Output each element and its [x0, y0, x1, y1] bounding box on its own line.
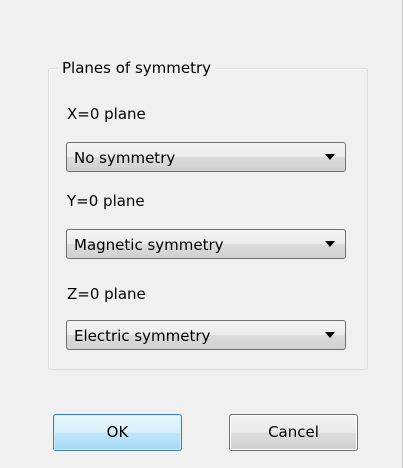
ok-button[interactable]: OK: [53, 414, 182, 451]
z-plane-select[interactable]: Electric symmetry: [66, 320, 346, 350]
x-plane-label: X=0 plane: [67, 105, 146, 123]
chevron-down-icon: [325, 332, 335, 338]
chevron-down-icon: [325, 154, 335, 160]
y-plane-selected-value: Magnetic symmetry: [74, 236, 224, 254]
x-plane-select[interactable]: No symmetry: [66, 142, 346, 172]
cancel-button[interactable]: Cancel: [229, 414, 358, 451]
z-plane-selected-value: Electric symmetry: [74, 327, 211, 345]
chevron-down-icon: [325, 241, 335, 247]
y-plane-select[interactable]: Magnetic symmetry: [66, 229, 346, 259]
z-plane-label: Z=0 plane: [67, 285, 146, 303]
group-title: Planes of symmetry: [58, 58, 216, 78]
symmetry-dialog: Planes of symmetry X=0 plane No symmetry…: [0, 0, 403, 468]
y-plane-label: Y=0 plane: [67, 192, 145, 210]
x-plane-selected-value: No symmetry: [74, 149, 176, 167]
